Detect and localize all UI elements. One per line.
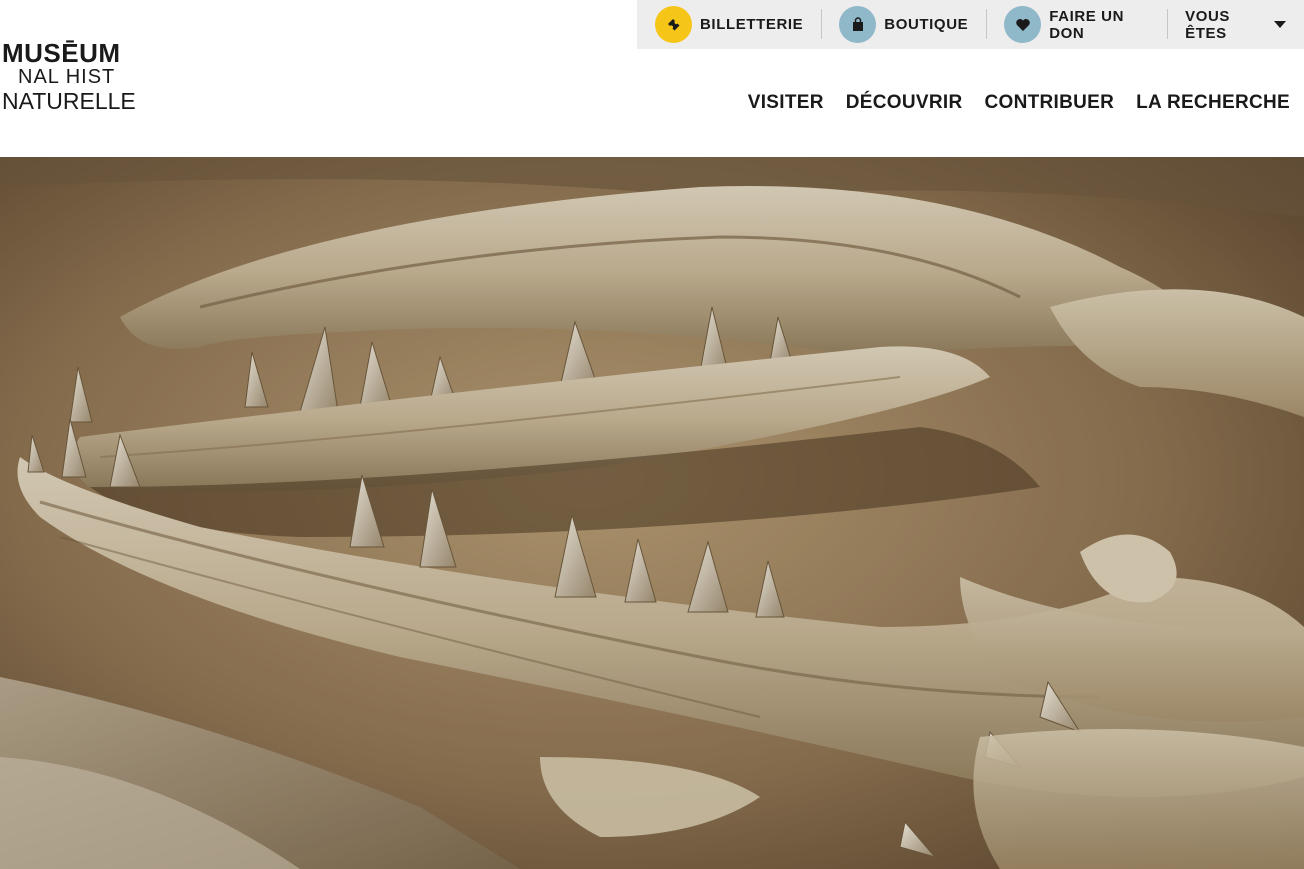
logo-line-2: NAL HIST: [18, 66, 116, 88]
shop-label: BOUTIQUE: [884, 16, 969, 33]
ticketing-label: BILLETTERIE: [700, 16, 804, 33]
nav-item-contribuer[interactable]: CONTRIBUER: [984, 92, 1114, 114]
nav-item-decouvrir[interactable]: DÉCOUVRIR: [846, 92, 963, 114]
nav-item-recherche[interactable]: LA RECHERCHE: [1136, 92, 1290, 114]
heart-icon: [1004, 6, 1042, 43]
utility-bar: BILLETTERIE BOUTIQUE FAIRE UN DON VOUS Ê…: [637, 0, 1304, 49]
nav-item-visiter[interactable]: VISITER: [748, 92, 824, 114]
logo-line-3: NATURELLE: [2, 88, 136, 114]
museum-logo[interactable]: MUSĒUM NAL HIST NATURELLE: [2, 36, 136, 116]
caret-down-icon: [1274, 21, 1286, 28]
ticketing-link[interactable]: BILLETTERIE: [637, 0, 821, 49]
audience-dropdown[interactable]: VOUS ÊTES: [1167, 0, 1304, 49]
shop-link[interactable]: BOUTIQUE: [821, 0, 986, 49]
shopping-bag-icon: [839, 6, 877, 43]
fossil-skull-jaw-photo: [0, 157, 1304, 869]
ticket-icon: [655, 6, 692, 43]
main-nav: VISITER DÉCOUVRIR CONTRIBUER LA RECHERCH…: [748, 92, 1290, 114]
donate-label: FAIRE UN DON: [1049, 7, 1125, 42]
logo-line-1: MUSĒUM: [2, 38, 121, 68]
hero-image: [0, 157, 1304, 869]
donate-link[interactable]: FAIRE UN DON: [986, 0, 1167, 49]
audience-label: VOUS ÊTES: [1185, 7, 1231, 42]
